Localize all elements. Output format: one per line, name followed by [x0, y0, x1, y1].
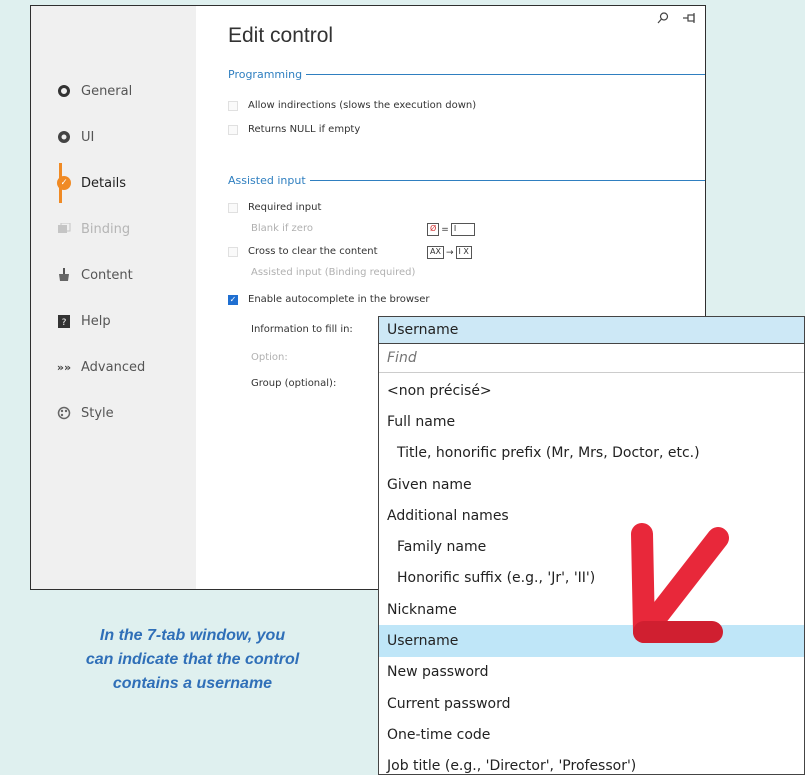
- sidebar-item-label: Help: [81, 313, 111, 329]
- checkbox-icon[interactable]: [228, 100, 238, 111]
- sidebar-item-advanced[interactable]: »» Advanced: [31, 344, 196, 390]
- enable-autocomplete-checkbox[interactable]: ✓ Enable autocomplete in the browser: [228, 294, 430, 305]
- checkbox-icon[interactable]: [228, 124, 238, 135]
- cross-arrow: →: [445, 247, 454, 258]
- dropdown-option[interactable]: Full name: [379, 406, 804, 437]
- cross-result-box: I X: [455, 246, 472, 259]
- advanced-icon: »»: [56, 360, 72, 374]
- sidebar-item-general[interactable]: General: [31, 68, 196, 114]
- allow-indirections-label: Allow indirections (slows the execution …: [248, 100, 477, 111]
- caption-line-2: can indicate that the control: [85, 651, 300, 668]
- dropdown-option[interactable]: Job title (e.g., 'Director', 'Professor'…: [379, 751, 804, 774]
- sidebar-item-label: Details: [81, 175, 127, 191]
- assisted-binding-label: Assisted input (Binding required): [251, 267, 416, 278]
- cross-to-clear-label: Cross to clear the content: [248, 246, 378, 257]
- sidebar-item-label: Content: [81, 267, 133, 283]
- svg-text:?: ?: [62, 318, 67, 328]
- dropdown-option[interactable]: Current password: [379, 688, 804, 719]
- sidebar-item-binding: Binding: [31, 206, 196, 252]
- checkbox-icon[interactable]: [228, 202, 238, 213]
- general-icon: [55, 82, 73, 100]
- sidebar-item-label: Style: [81, 405, 114, 421]
- blank-if-zero-label: Blank if zero: [251, 223, 313, 234]
- allow-indirections-checkbox[interactable]: Allow indirections (slows the execution …: [228, 100, 476, 111]
- dropdown-option-highlighted[interactable]: Username: [379, 625, 804, 657]
- required-input-label: Required input: [248, 202, 322, 213]
- blank-zero-box: Ø: [427, 223, 440, 236]
- page-title: Edit control: [228, 24, 334, 47]
- sidebar-item-content[interactable]: Content: [31, 252, 196, 298]
- returns-null-checkbox[interactable]: Returns NULL if empty: [228, 124, 360, 135]
- red-arrow-icon: [631, 523, 729, 643]
- checkbox-icon[interactable]: [228, 246, 238, 257]
- search-icon[interactable]: [657, 12, 669, 28]
- dropdown-list: <non précisé> Full name Title, honorific…: [379, 373, 804, 774]
- sidebar: General UI ✓ Details Binding Content ? H…: [31, 6, 196, 589]
- help-icon: ?: [55, 312, 73, 330]
- assisted-binding-option: Assisted input (Binding required): [251, 267, 415, 278]
- blank-equals: =: [441, 224, 449, 235]
- sidebar-item-details[interactable]: ✓ Details: [31, 160, 196, 206]
- section-assisted-label: Assisted input: [228, 174, 306, 187]
- style-icon: [55, 404, 73, 422]
- information-dropdown[interactable]: Username <non précisé> Full name Title, …: [378, 316, 805, 775]
- dropdown-option[interactable]: Honorific suffix (e.g., 'Jr', 'II'): [379, 563, 804, 594]
- dropdown-option[interactable]: One-time code: [379, 719, 804, 750]
- sidebar-item-ui[interactable]: UI: [31, 114, 196, 160]
- dropdown-option[interactable]: Family name: [379, 531, 804, 562]
- section-programming: Programming: [228, 68, 705, 81]
- dropdown-find-field[interactable]: [379, 344, 804, 373]
- sidebar-item-label: Binding: [81, 221, 131, 237]
- dropdown-option[interactable]: Additional names: [379, 500, 804, 531]
- dropdown-option[interactable]: Nickname: [379, 594, 804, 625]
- window-toolbar: [657, 12, 697, 28]
- content-icon: [55, 266, 73, 284]
- dropdown-option[interactable]: Title, honorific prefix (Mr, Mrs, Doctor…: [379, 438, 804, 469]
- sidebar-item-label: General: [81, 83, 133, 99]
- dropdown-selected-value[interactable]: Username: [379, 317, 804, 344]
- sidebar-item-style[interactable]: Style: [31, 390, 196, 436]
- cross-to-clear-illustration: AX → I X: [427, 246, 472, 259]
- pin-icon[interactable]: [683, 12, 697, 28]
- sidebar-item-label: Advanced: [81, 359, 146, 375]
- binding-icon: [55, 220, 73, 238]
- find-input[interactable]: [387, 350, 767, 366]
- checkmark-icon[interactable]: ✓: [228, 294, 238, 305]
- group-label: Group (optional):: [251, 378, 337, 389]
- sidebar-item-help[interactable]: ? Help: [31, 298, 196, 344]
- section-programming-label: Programming: [228, 68, 303, 81]
- dropdown-option[interactable]: New password: [379, 657, 804, 688]
- dropdown-option[interactable]: <non précisé>: [379, 375, 804, 406]
- caption-line-3: contains a username: [112, 675, 273, 692]
- cross-source-box: AX: [427, 246, 444, 259]
- dropdown-option[interactable]: Given name: [379, 469, 804, 500]
- caption: In the 7-tab window, you can indicate th…: [30, 624, 355, 696]
- blank-result-box: I: [450, 223, 475, 236]
- section-assisted-input: Assisted input: [228, 174, 705, 187]
- required-input-checkbox[interactable]: Required input: [228, 202, 321, 213]
- sidebar-item-label: UI: [81, 129, 95, 145]
- details-icon: ✓: [55, 174, 73, 192]
- cross-to-clear-checkbox[interactable]: Cross to clear the content: [228, 246, 378, 257]
- blank-if-zero-option: Blank if zero: [251, 223, 313, 234]
- enable-autocomplete-label: Enable autocomplete in the browser: [248, 294, 430, 305]
- ui-icon: [55, 128, 73, 146]
- option-label: Option:: [251, 352, 288, 363]
- info-to-fill-label: Information to fill in:: [251, 324, 353, 335]
- returns-null-label: Returns NULL if empty: [248, 124, 361, 135]
- caption-line-1: In the 7-tab window, you: [99, 627, 286, 644]
- blank-if-zero-illustration: Ø = I: [427, 223, 475, 236]
